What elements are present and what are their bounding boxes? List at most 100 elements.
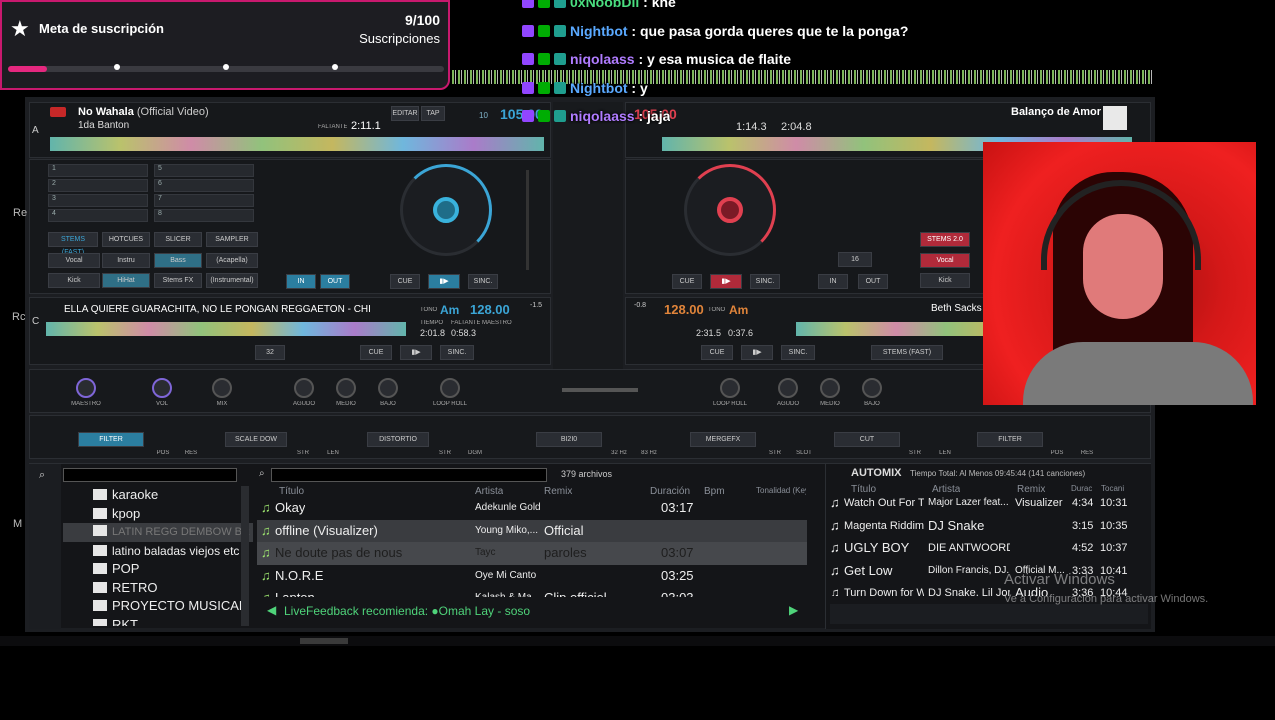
- deck-d-sync-button[interactable]: SINC.: [781, 345, 815, 360]
- feedback-prev-icon[interactable]: ◀: [267, 603, 276, 617]
- deck-b-sync-button[interactable]: SINC.: [750, 274, 780, 289]
- stem-vocal-button[interactable]: Vocal: [48, 253, 100, 268]
- agudo-b-knob[interactable]: [778, 378, 798, 398]
- live-feedback[interactable]: LiveFeedback recomienda: ●Omah Lay - sos…: [284, 604, 530, 618]
- pad-3[interactable]: 3: [48, 194, 148, 207]
- crossfader[interactable]: [562, 388, 638, 392]
- loop-roll-a-knob[interactable]: [440, 378, 460, 398]
- deck-a-edit-button[interactable]: EDITAR: [391, 106, 419, 121]
- stem-kick-button[interactable]: Kick: [48, 273, 100, 288]
- deck-b-out-button[interactable]: OUT: [858, 274, 888, 289]
- folder-search-input[interactable]: [63, 468, 237, 482]
- deck-b-cue-button[interactable]: CUE: [672, 274, 702, 289]
- fx-distortion-select[interactable]: DISTORTIO: [367, 432, 429, 447]
- pad-5[interactable]: 5: [154, 164, 254, 177]
- folder-item[interactable]: karaoke: [63, 486, 253, 505]
- deck-b-play-button[interactable]: ▮▶: [710, 274, 742, 289]
- slicer-tab[interactable]: SLICER: [154, 232, 202, 247]
- deck-b-loop-value[interactable]: 16: [838, 252, 872, 267]
- pad-8[interactable]: 8: [154, 209, 254, 222]
- stems-tab-fast[interactable]: STEMS (FAST): [48, 232, 98, 256]
- deck-c-play-button[interactable]: ▮▶: [400, 345, 432, 360]
- agudo-a-knob[interactable]: [294, 378, 314, 398]
- fx-mergefx-select[interactable]: MERGEFX: [690, 432, 756, 447]
- folder-item[interactable]: RETRO: [63, 579, 253, 598]
- deck-a-jogwheel[interactable]: [400, 164, 492, 256]
- pad-2[interactable]: 2: [48, 179, 148, 192]
- col-key[interactable]: Tonalidad (Key: [756, 486, 806, 495]
- stem-instru-button[interactable]: Instru: [102, 253, 150, 268]
- track-search-icon[interactable]: ⌕: [259, 468, 265, 479]
- fx-cut-select[interactable]: CUT: [834, 432, 900, 447]
- deck-a-tap-button[interactable]: TAP: [421, 106, 445, 121]
- deck-b-stem-kick[interactable]: Kick: [920, 273, 970, 288]
- folder-item[interactable]: kpop: [63, 505, 253, 524]
- deck-d-stems-select[interactable]: STEMS (FAST): [871, 345, 943, 360]
- pad-7[interactable]: 7: [154, 194, 254, 207]
- automix-row[interactable]: ♫ Magenta Riddim DJ Snake 3:15 10:35: [830, 515, 1130, 538]
- deck-b-stem-vocal[interactable]: Vocal: [920, 253, 970, 268]
- track-row[interactable]: ♫ N.O.R.E Oye Mi Canto 03:25: [257, 565, 807, 588]
- deck-d-play-button[interactable]: ▮▶: [741, 345, 773, 360]
- fx-filter-b-select[interactable]: FILTER: [977, 432, 1043, 447]
- maestro-knob[interactable]: [76, 378, 96, 398]
- deck-b-in-button[interactable]: IN: [818, 274, 848, 289]
- deck-a-play-button[interactable]: ▮▶: [428, 274, 460, 289]
- loop-roll-b-knob[interactable]: [720, 378, 740, 398]
- deck-a-waveform[interactable]: [50, 137, 544, 151]
- deck-a-pitch-slider[interactable]: [526, 170, 529, 270]
- pad-4[interactable]: 4: [48, 209, 148, 222]
- folder-item[interactable]: RKT: [63, 616, 253, 626]
- automix-row[interactable]: ♫ Watch Out For Th... Major Lazer feat..…: [830, 492, 1130, 515]
- col-bpm[interactable]: Bpm: [704, 486, 725, 497]
- bajo-b-knob[interactable]: [862, 378, 882, 398]
- col-artist[interactable]: Artista: [475, 486, 503, 497]
- stem-bass-button[interactable]: Bass: [154, 253, 202, 268]
- deck-d-cue-button[interactable]: CUE: [701, 345, 733, 360]
- fx-filter-a-select[interactable]: FILTER: [78, 432, 144, 447]
- deck-a-sync-button[interactable]: SINC.: [468, 274, 498, 289]
- track-row[interactable]: ♫ Lapton Kalash & Ma... Clip officiel 03…: [257, 587, 807, 597]
- bajo-a-knob[interactable]: [378, 378, 398, 398]
- stem-hihat-button[interactable]: HiHat: [102, 273, 150, 288]
- chat-username[interactable]: Nightbot: [570, 23, 628, 39]
- deck-c-waveform[interactable]: [46, 322, 406, 336]
- col-remix[interactable]: Remix: [544, 486, 572, 497]
- deck-c-loop-value[interactable]: 32: [255, 345, 285, 360]
- automix-row[interactable]: ♫ UGLY BOY DIE ANTWOORD 4:52 10:37: [830, 537, 1130, 560]
- folder-item[interactable]: LATIN REGG DEMBOW BR AF: [63, 523, 253, 557]
- chat-username[interactable]: niqolaass: [570, 108, 635, 124]
- col-title[interactable]: Título: [279, 486, 304, 497]
- chat-username[interactable]: niqolaass: [570, 51, 635, 67]
- vol-knob[interactable]: [152, 378, 172, 398]
- folder-scrollbar[interactable]: [241, 486, 249, 626]
- chat-username[interactable]: 0xNoobDil: [570, 0, 639, 10]
- folder-item[interactable]: PROYECTO MUSICAL: [63, 597, 253, 616]
- deck-b-stems-tab[interactable]: STEMS 2.0: [920, 232, 970, 247]
- track-row[interactable]: ♫ offline (Visualizer) Young Miko,... Of…: [257, 519, 807, 542]
- folder-item[interactable]: latino baladas viejos etc: [63, 542, 253, 561]
- stem-fx-button[interactable]: Stems FX: [154, 273, 202, 288]
- taskbar-scroll-thumb[interactable]: [300, 638, 348, 644]
- folder-item[interactable]: POP: [63, 560, 253, 579]
- medio-b-knob[interactable]: [820, 378, 840, 398]
- fx-scale-select[interactable]: SCALE DOW: [225, 432, 287, 447]
- feedback-next-icon[interactable]: ▶: [789, 603, 798, 617]
- stem-acapella-button[interactable]: (Acapella): [206, 253, 258, 268]
- deck-a-in-button[interactable]: IN: [286, 274, 316, 289]
- track-row[interactable]: ♫ Ne doute pas de nous Tayc paroles 03:0…: [257, 542, 807, 565]
- track-row[interactable]: ♫ Okay Adekunle Gold 03:17: [257, 497, 807, 520]
- col-duration[interactable]: Duración: [650, 486, 690, 497]
- pad-1[interactable]: 1: [48, 164, 148, 177]
- chat-username[interactable]: Nightbot: [570, 80, 628, 96]
- fx-bi2i0-select[interactable]: BI2I0: [536, 432, 602, 447]
- medio-a-knob[interactable]: [336, 378, 356, 398]
- stem-instrumental-button[interactable]: (Instrumental): [206, 273, 258, 288]
- deck-a-cue-button[interactable]: CUE: [390, 274, 420, 289]
- deck-c-sync-button[interactable]: SINC.: [440, 345, 474, 360]
- pad-6[interactable]: 6: [154, 179, 254, 192]
- deck-c-cue-button[interactable]: CUE: [360, 345, 392, 360]
- deck-a-out-button[interactable]: OUT: [320, 274, 350, 289]
- search-icon[interactable]: ⌕: [39, 469, 45, 482]
- track-search-input[interactable]: [271, 468, 547, 482]
